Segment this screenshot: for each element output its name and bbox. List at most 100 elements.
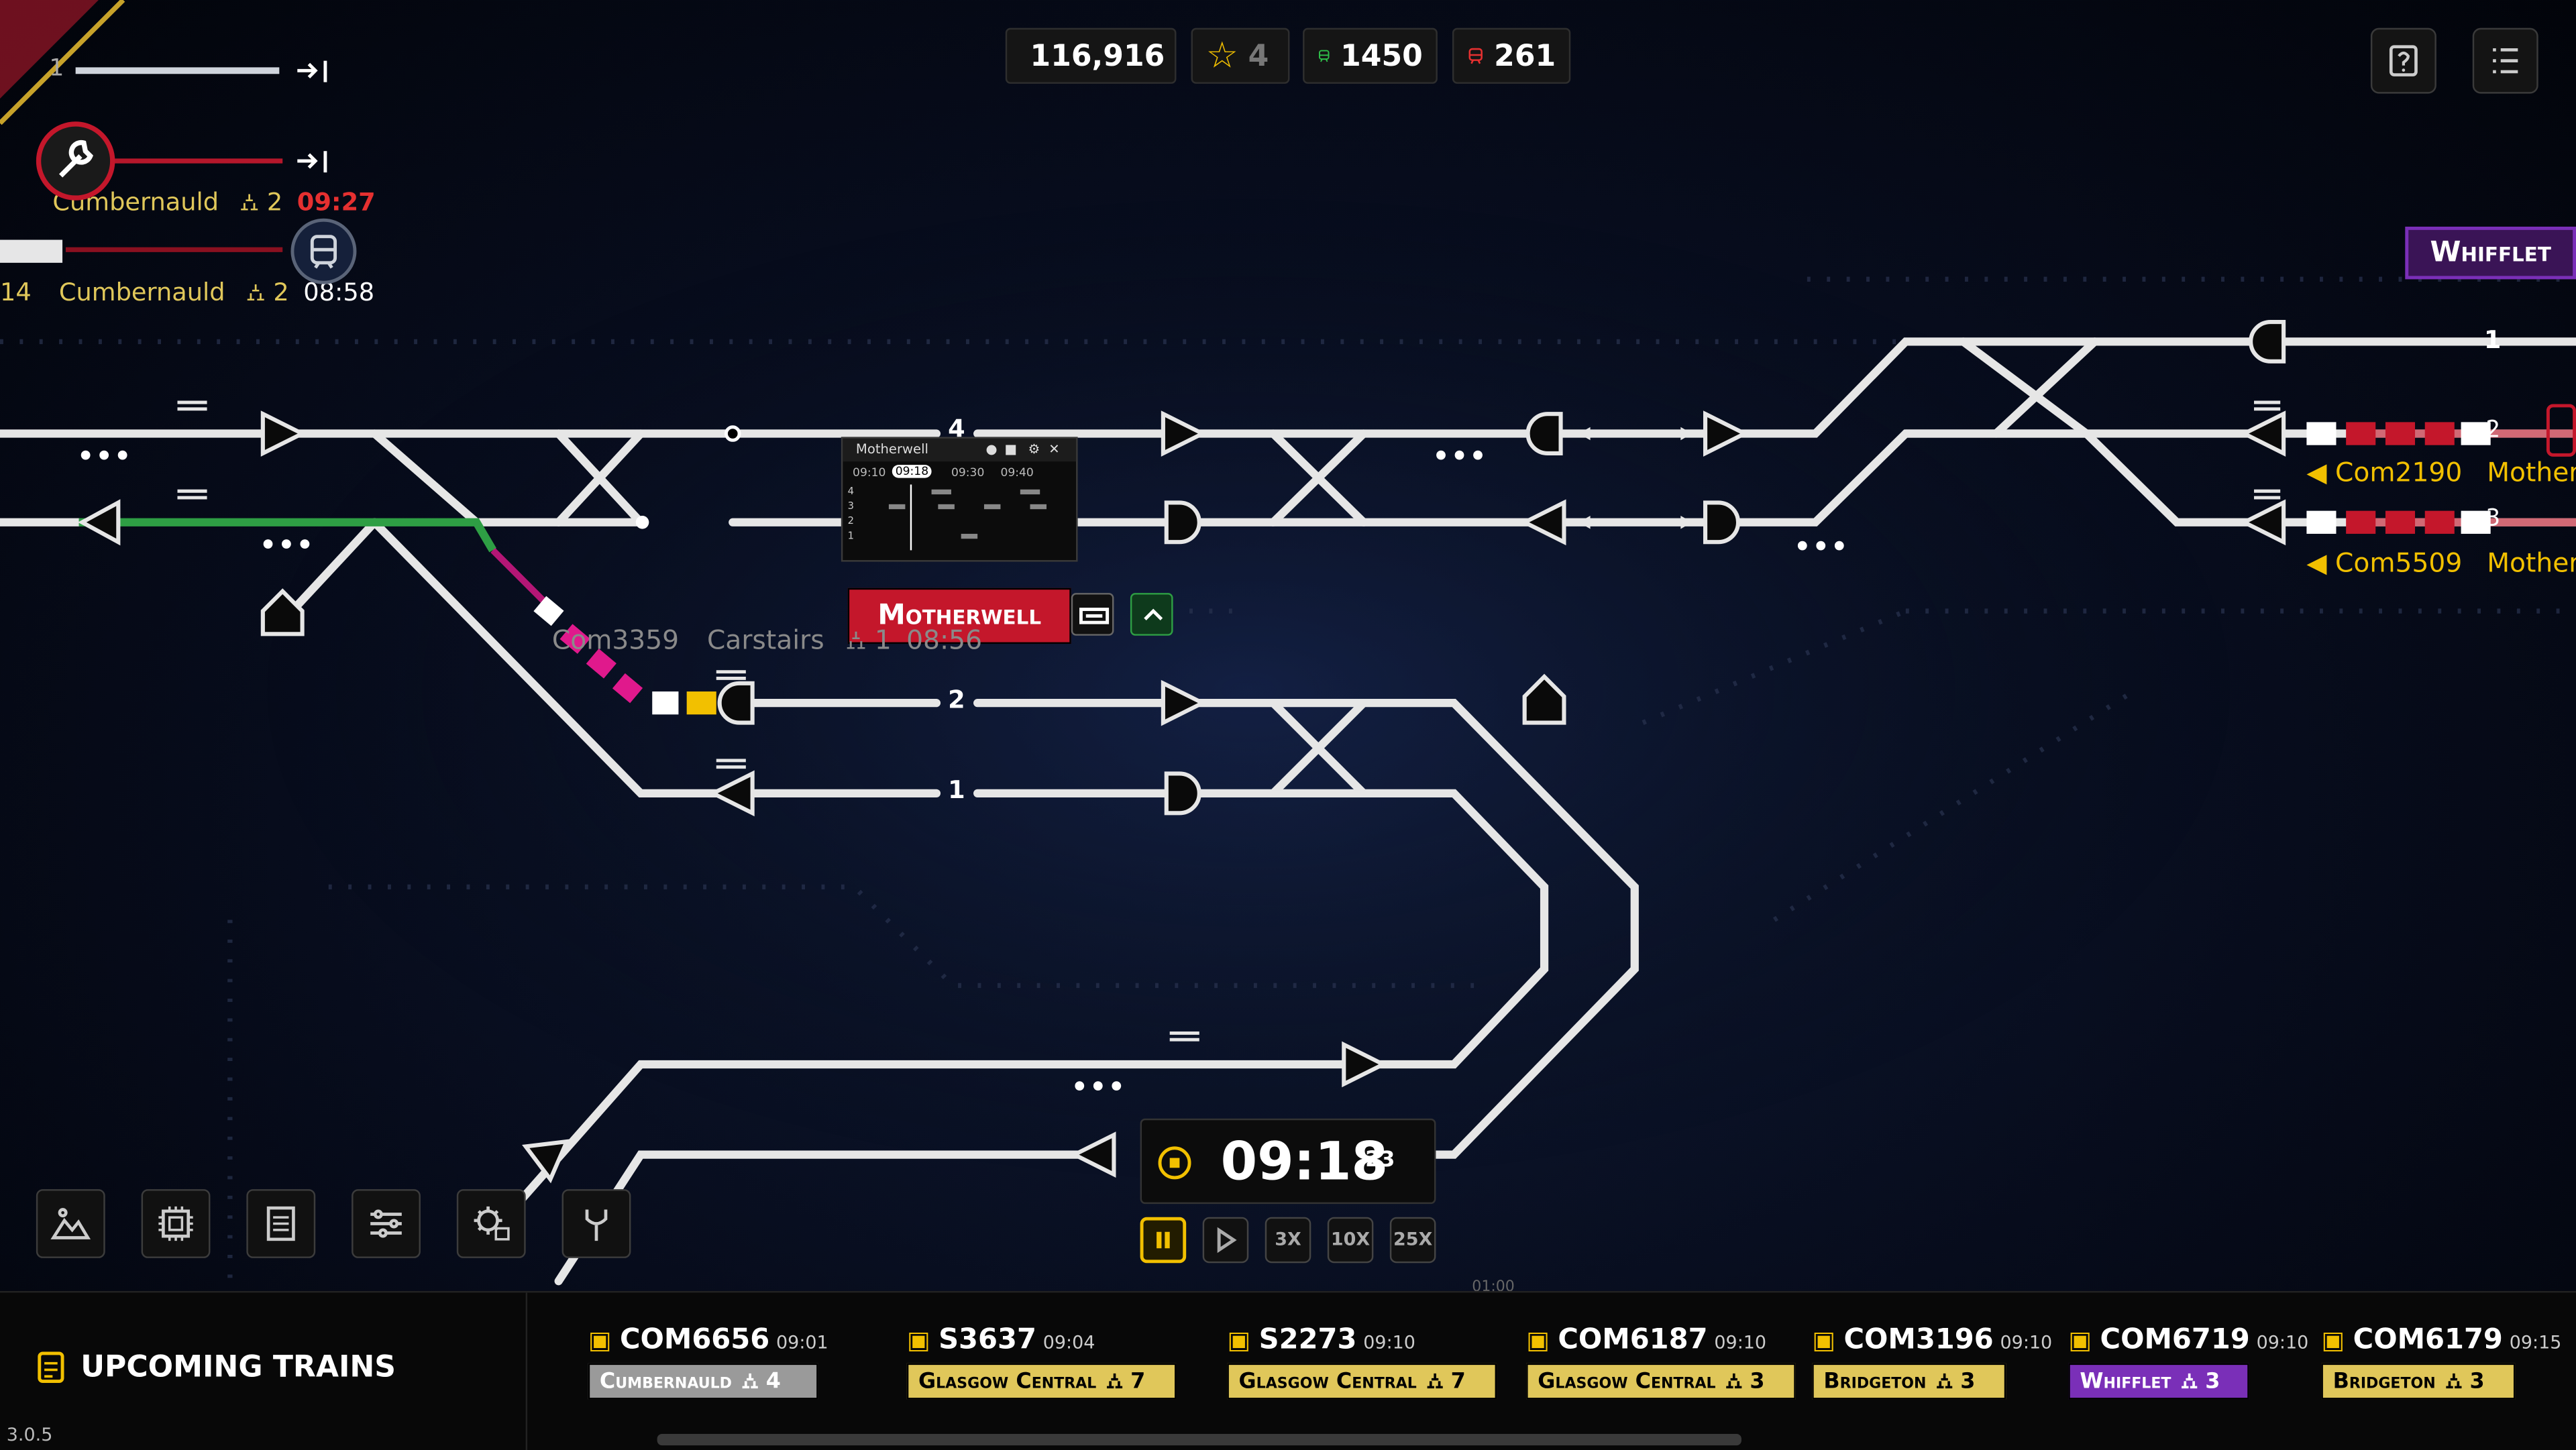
destination-badge: Glasgow Central ⛼ 7 bbox=[1227, 1363, 1497, 1400]
upcoming-trains-header[interactable]: UPCOMING TRAINS bbox=[36, 1349, 396, 1385]
station-edge-tag[interactable] bbox=[2546, 404, 2576, 457]
more-dots[interactable]: ••• bbox=[77, 440, 133, 471]
train-platform: 2 bbox=[266, 187, 283, 217]
more-dots[interactable]: ••• bbox=[1071, 1071, 1127, 1103]
pause-icon bbox=[1157, 1231, 1170, 1249]
horizontal-scrollbar[interactable] bbox=[657, 1433, 1741, 1446]
timetable-popup[interactable]: Motherwell ✕ ⚙ ■ ● 09:10 09:18 09:30 09:… bbox=[841, 437, 1078, 562]
popup-title: Motherwell bbox=[855, 441, 928, 457]
chip-tool-button[interactable] bbox=[141, 1189, 211, 1258]
info-icon[interactable]: ● bbox=[985, 439, 997, 461]
train-code: COM6656 bbox=[619, 1323, 770, 1357]
sliders-icon bbox=[370, 1209, 402, 1238]
right-track-number: 1 bbox=[2483, 325, 2502, 355]
train-info-com5509[interactable]: ◀ Com5509 Mother bbox=[2306, 547, 2576, 579]
speed-25x-button[interactable]: 25X bbox=[1389, 1217, 1436, 1264]
platform-number: 3 bbox=[2469, 1370, 2485, 1395]
train-time: 09:10 bbox=[1714, 1332, 1767, 1353]
train-icon: ▣ bbox=[1812, 1325, 1835, 1355]
platform-icon: ⛼ bbox=[239, 187, 260, 217]
train-time: 09:01 bbox=[776, 1332, 828, 1353]
train-code: COM6179 bbox=[2353, 1323, 2503, 1357]
train-time: 09:10 bbox=[2000, 1332, 2053, 1353]
destination-name: Bridgeton bbox=[1823, 1370, 1927, 1395]
train-code: S3637 bbox=[938, 1323, 1036, 1357]
play-button[interactable] bbox=[1202, 1217, 1249, 1264]
terrain-tool-button[interactable] bbox=[36, 1189, 105, 1258]
train-com2190[interactable] bbox=[2306, 422, 2491, 445]
menu-button[interactable] bbox=[2472, 27, 2538, 94]
left-train-number: 1 bbox=[49, 56, 64, 82]
speed-10x-button[interactable]: 10X bbox=[1327, 1217, 1374, 1264]
train-icon: ▣ bbox=[2321, 1325, 2345, 1355]
platform-icon: ⛼ bbox=[1936, 1370, 1953, 1395]
help-icon bbox=[2389, 45, 2418, 76]
train-red-icon bbox=[1468, 48, 1483, 64]
more-dots[interactable]: ••• bbox=[1433, 440, 1489, 471]
train-time: 09:10 bbox=[2256, 1332, 2309, 1353]
gear-icon[interactable]: ⚙ bbox=[1028, 439, 1040, 461]
platform-number: 4 bbox=[765, 1370, 781, 1395]
platform-icon: ⛼ bbox=[1426, 1370, 1444, 1395]
lock-icon[interactable]: ■ bbox=[1004, 439, 1017, 461]
station-collapse-button[interactable] bbox=[1130, 593, 1173, 636]
wrench-icon[interactable] bbox=[36, 121, 115, 201]
clock-status-icon bbox=[1158, 1146, 1191, 1180]
clock-time: 09:18 bbox=[1220, 1129, 1389, 1192]
destination-name: Glasgow Central bbox=[918, 1370, 1097, 1395]
train-code: COM6187 bbox=[1558, 1323, 1708, 1357]
platform-number: 3 bbox=[2205, 1370, 2220, 1395]
speed-3x-button[interactable]: 3X bbox=[1265, 1217, 1311, 1264]
train-code: COM3196 bbox=[1843, 1323, 1994, 1357]
train-dest: Mother bbox=[2487, 456, 2576, 488]
destination-badge: Bridgeton ⛼ 3 bbox=[1812, 1363, 2006, 1400]
game-clock: 09:18 23 bbox=[1140, 1118, 1436, 1205]
pause-button[interactable] bbox=[1140, 1217, 1187, 1264]
platform-icon: ⛼ bbox=[741, 1370, 759, 1395]
train-id: Com2190 bbox=[2335, 456, 2463, 488]
station-label-whifflet[interactable]: Whifflet bbox=[2405, 226, 2576, 280]
upcoming-train-card[interactable]: ▣ COM6179 09:15 Bridgeton ⛼ 3 bbox=[2321, 1323, 2562, 1400]
more-dots[interactable]: ••• bbox=[260, 529, 315, 561]
more-dots[interactable]: ••• bbox=[1794, 531, 1849, 562]
upcoming-train-card[interactable]: ▣ COM6187 09:10 Glasgow Central ⛼ 3 bbox=[1526, 1323, 1796, 1400]
destination-name: Whifflet bbox=[2080, 1370, 2171, 1395]
clock-seconds: 23 bbox=[1365, 1148, 1395, 1173]
menu-icon bbox=[2493, 48, 2518, 74]
train-num: 14 bbox=[0, 277, 32, 307]
popup-time-current: 09:18 bbox=[892, 465, 932, 478]
depot-tool-button[interactable] bbox=[561, 1189, 631, 1258]
document-icon bbox=[266, 1206, 295, 1241]
train-time: 09:15 bbox=[2509, 1332, 2562, 1353]
upcoming-train-card[interactable]: ▣ S3637 09:04 Glasgow Central ⛼ 7 bbox=[906, 1323, 1177, 1400]
caret-left-icon: ◀ bbox=[2306, 456, 2327, 488]
destination-badge: Glasgow Central ⛼ 7 bbox=[906, 1363, 1177, 1400]
caret-left-icon: ◀ bbox=[2306, 547, 2327, 579]
train-icon-button[interactable] bbox=[290, 218, 357, 284]
station-flip-button[interactable] bbox=[1071, 593, 1114, 636]
game-stage: 4 2 1 1 ••• ••• ••• ••• ••• Motherwell ✕… bbox=[0, 0, 2576, 1450]
station-name: Whifflet bbox=[2430, 236, 2551, 270]
train-icon: ▣ bbox=[1227, 1325, 1251, 1355]
train-com5509[interactable] bbox=[2306, 510, 2491, 534]
gear-tool-button[interactable] bbox=[456, 1189, 526, 1258]
popup-time: 09:40 bbox=[1000, 466, 1034, 480]
document-tool-button[interactable] bbox=[246, 1189, 316, 1258]
help-button[interactable] bbox=[2370, 27, 2436, 94]
train-time: 09:10 bbox=[1363, 1332, 1415, 1353]
destination-badge: Cumbernauld ⛼ 4 bbox=[588, 1363, 818, 1400]
close-icon[interactable]: ✕ bbox=[1049, 439, 1059, 461]
train-info-com2190[interactable]: ◀ Com2190 Mother bbox=[2306, 457, 2576, 488]
train-icon: ▣ bbox=[2068, 1325, 2092, 1355]
settings-tool-button[interactable] bbox=[352, 1189, 421, 1258]
star-icon: ☆ bbox=[1205, 35, 1238, 76]
upcoming-train-card[interactable]: ▣ S2273 09:10 Glasgow Central ⛼ 7 bbox=[1227, 1324, 1497, 1400]
upcoming-train-card[interactable]: ▣ COM6656 09:01 Cumbernauld ⛼ 4 bbox=[588, 1323, 828, 1400]
train-info-com3359[interactable]: Com3359 Carstairs ⛼ 1 08:56 bbox=[552, 624, 982, 659]
terrain-icon bbox=[50, 1208, 91, 1239]
upcoming-train-card[interactable]: ▣ COM6719 09:10 Whifflet ⛼ 3 bbox=[2068, 1324, 2309, 1400]
train-icon: ▣ bbox=[588, 1325, 612, 1355]
train-time: 09:04 bbox=[1042, 1332, 1095, 1353]
gear-icon bbox=[474, 1206, 510, 1241]
upcoming-train-card[interactable]: ▣ COM3196 09:10 Bridgeton ⛼ 3 bbox=[1812, 1323, 2053, 1400]
